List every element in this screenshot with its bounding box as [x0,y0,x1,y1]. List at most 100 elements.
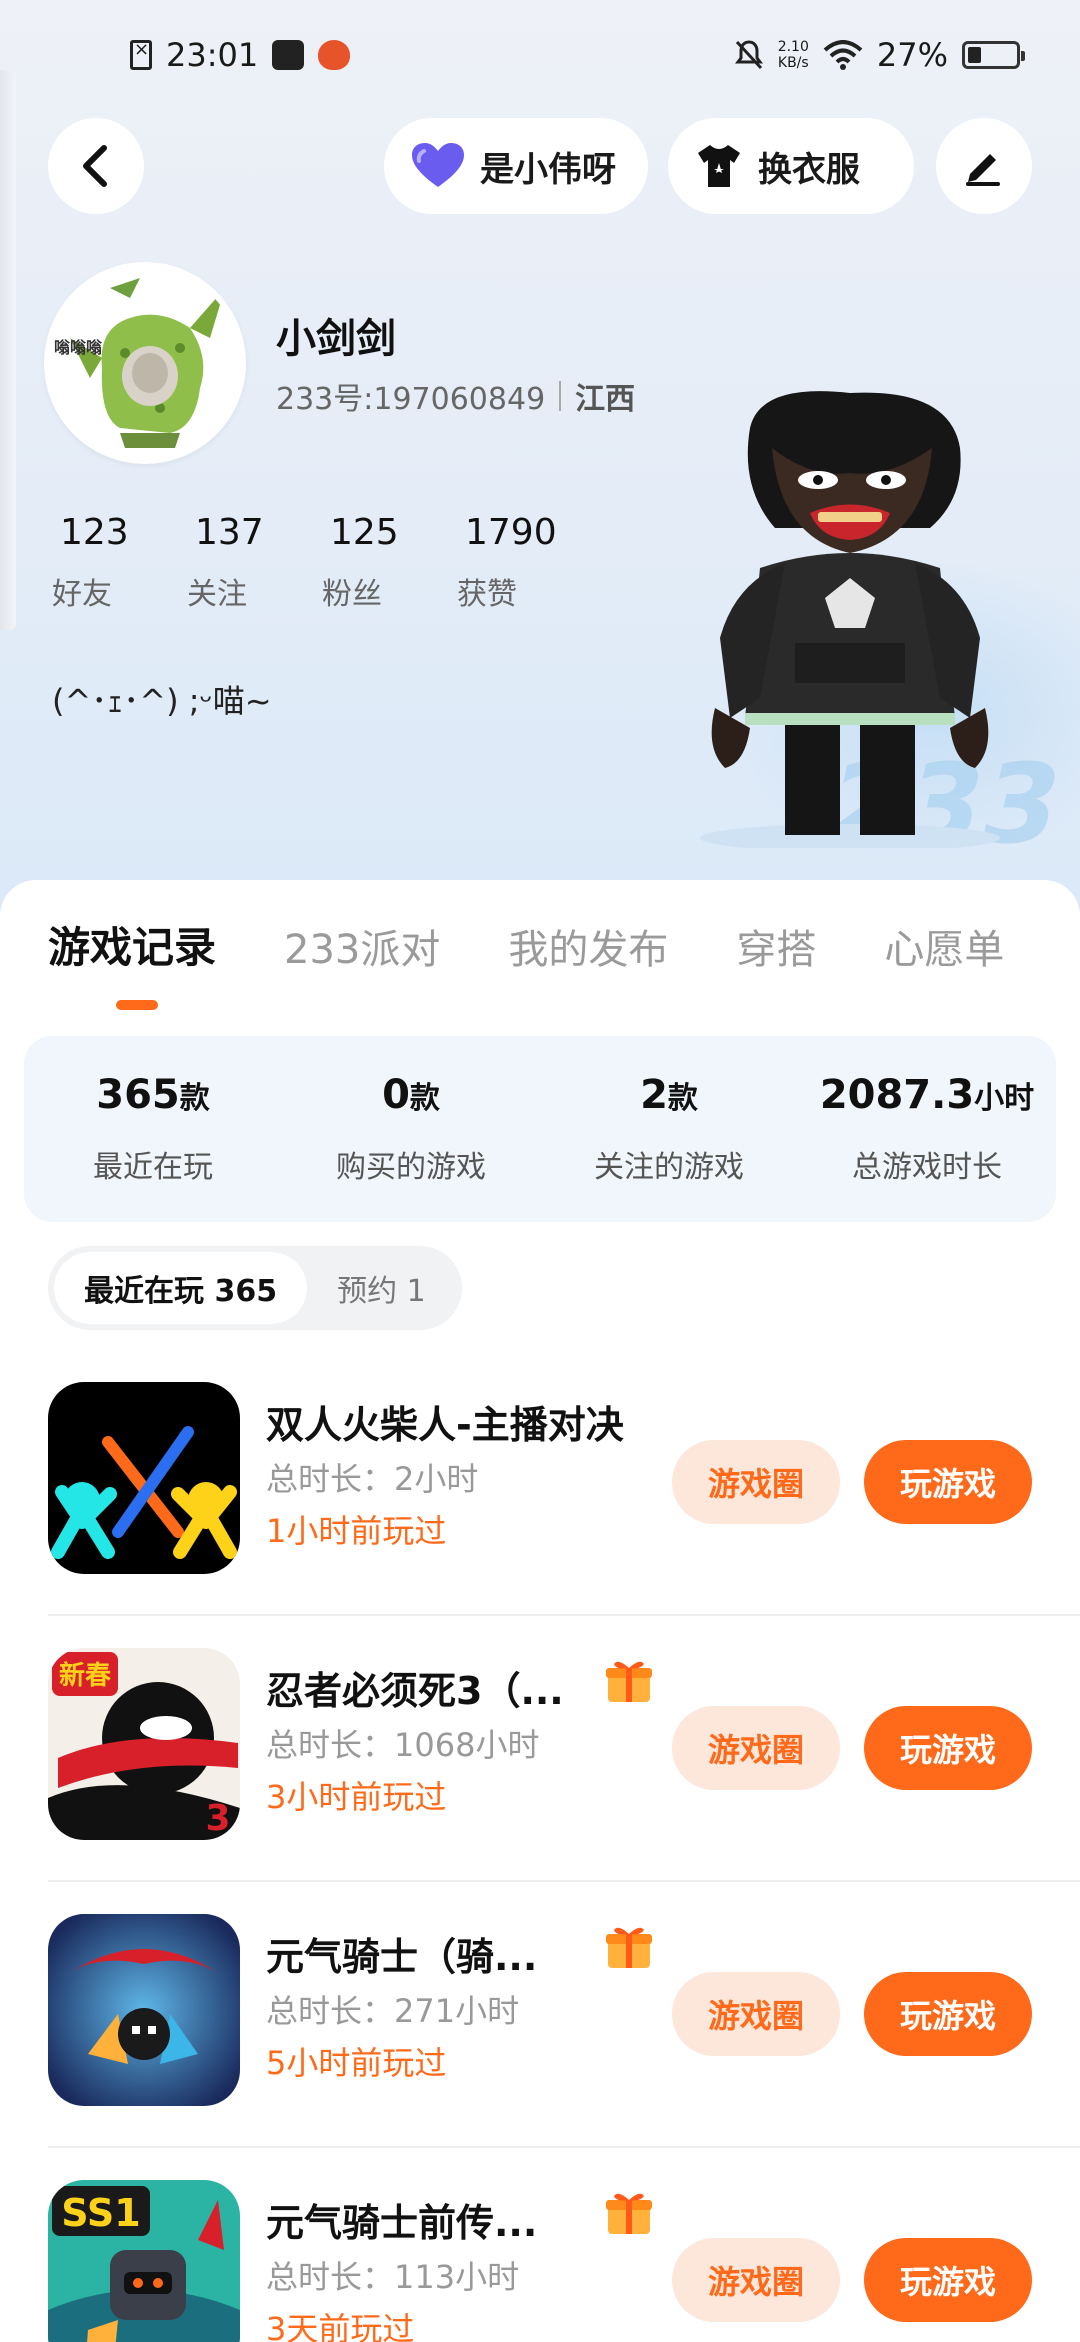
cactus-avatar-image [50,268,240,458]
network-speed-value: 2.10 [777,39,809,55]
game-title: 双人火柴人-主播对决 [266,1403,624,1447]
stickman-duel-game-icon [48,1382,240,1574]
content-panel: 游戏记录 233派对 我的发布 穿搭 心愿单 365款 最近在玩 0款 购买的游… [0,880,1080,2342]
game-circle-button[interactable]: 游戏圈 [672,2238,840,2322]
nickname: 小剑剑 [276,316,396,362]
game-icon-badge: 新春 [59,1660,111,1691]
stat-value: 137 [195,512,264,553]
summary-label: 关注的游戏 [594,1150,744,1185]
avatar-caption: 嗡嗡嗡 [54,338,103,357]
network-speed: 2.10 KB/s [778,39,809,71]
summary-followed[interactable]: 2款 关注的游戏 [540,1072,798,1186]
game-title: 元气骑士（骑... [266,1935,538,1979]
summary-label: 最近在玩 [93,1150,213,1185]
summary-label: 总游戏时长 [852,1150,1002,1185]
change-outfit-label: 换衣服 [758,149,860,190]
heart-icon [412,143,464,187]
soul-knight-game-icon [48,1914,240,2106]
battery-icon [962,41,1025,69]
profile-bio: (^･ｪ･^) ;ᵕ喵~ [52,682,272,720]
game-last-played: 3天前玩过 [266,2310,415,2342]
summary-unit: 款 [667,1081,698,1116]
status-bar: 23:01 2.10 KB/s 27% [0,0,1080,110]
stat-value: 1790 [465,512,557,553]
tab-game-records[interactable]: 游戏记录 [48,914,216,975]
battery-percent: 27% [876,36,948,74]
segment-reserved[interactable]: 预约 1 [307,1252,456,1324]
game-last-played: 1小时前玩过 [266,1512,447,1550]
ninja-must-die-game-icon: 新春 3 [48,1648,240,1840]
summary-value: 2 [640,1072,668,1118]
gift-icon[interactable] [604,1924,654,1970]
stat-following[interactable]: 137 关注 [187,512,322,613]
stat-value: 123 [60,512,129,553]
friend-relation-button[interactable]: 是小伟呀 [384,118,648,214]
stat-label: 好友 [52,577,112,612]
game-last-played: 5小时前玩过 [266,2044,447,2082]
network-speed-unit: KB/s [777,55,809,71]
stat-label: 粉丝 [322,577,382,612]
app-notification-icon [318,40,351,70]
divider [559,381,562,411]
game-icon-badge: SS1 [61,2191,140,2235]
gift-icon[interactable] [604,2190,654,2236]
list-item[interactable]: 新春 3 忍者必须死3（... 总时长：1068小时 3小时前玩过 游戏圈 玩游… [48,1616,1080,1882]
tab-outfits[interactable]: 穿搭 [736,917,816,975]
stat-fans[interactable]: 125 粉丝 [322,512,457,613]
summary-unit: 款 [179,1081,210,1116]
stat-label: 获赞 [457,577,517,612]
game-title: 忍者必须死3（... [266,1669,564,1713]
list-item[interactable]: SS1 元气骑士前传... 总时长：113小时 3天前玩过 游戏圈 玩游戏 [48,2148,1080,2342]
tab-wishlist[interactable]: 心愿单 [884,917,1004,975]
stat-label: 关注 [187,577,247,612]
game-duration: 总时长：113小时 [266,2258,520,2296]
list-item[interactable]: 元气骑士（骑... 总时长：271小时 5小时前玩过 游戏圈 玩游戏 [48,1882,1080,2148]
tab-233-party[interactable]: 233派对 [284,917,440,975]
stat-likes[interactable]: 1790 获赞 [457,512,592,613]
active-tab-indicator [116,1000,158,1010]
avatar[interactable]: 嗡嗡嗡 [44,262,246,464]
recent-reserve-toggle: 最近在玩 365 预约 1 [48,1246,462,1330]
summary-recent-played[interactable]: 365款 最近在玩 [24,1072,282,1186]
game-last-played: 3小时前玩过 [266,1778,447,1816]
game-duration: 总时长：271小时 [266,1992,520,2030]
segment-recent-played[interactable]: 最近在玩 365 [54,1252,308,1324]
summary-unit: 款 [409,1081,440,1116]
play-game-button[interactable]: 玩游戏 [864,2238,1032,2322]
game-summary-card: 365款 最近在玩 0款 购买的游戏 2款 关注的游戏 2087.3小时 总游戏… [24,1036,1056,1222]
back-button[interactable] [48,118,144,214]
profile-stats: 123 好友 137 关注 125 粉丝 1790 获赞 [52,512,592,613]
soul-knight-prequel-game-icon: SS1 [48,2180,240,2342]
user-id-line: 233号:197060849 江西 [276,374,635,418]
list-item[interactable]: 双人火柴人-主播对决 总时长：2小时 1小时前玩过 游戏圈 玩游戏 [48,1350,1080,1616]
play-game-button[interactable]: 玩游戏 [864,1440,1032,1524]
game-circle-button[interactable]: 游戏圈 [672,1972,840,2056]
profile-tabs: 游戏记录 233派对 我的发布 穿搭 心愿单 [48,914,1072,975]
summary-total-time[interactable]: 2087.3小时 总游戏时长 [798,1072,1056,1186]
side-panel-edge [0,70,16,630]
tshirt-icon [698,145,740,187]
user-region: 江西 [575,382,636,417]
play-game-button[interactable]: 玩游戏 [864,1972,1032,2056]
change-outfit-button[interactable]: 换衣服 [668,118,914,214]
game-circle-button[interactable]: 游戏圈 [672,1706,840,1790]
game-title: 元气骑士前传... [266,2201,538,2245]
summary-purchased[interactable]: 0款 购买的游戏 [282,1072,540,1186]
play-game-button[interactable]: 玩游戏 [864,1706,1032,1790]
user-id: 233号:197060849 [276,382,546,417]
pencil-icon [966,154,1000,186]
gift-icon[interactable] [604,1658,654,1704]
message-notification-icon [272,40,305,70]
game-circle-button[interactable]: 游戏圈 [672,1440,840,1524]
edit-profile-button[interactable] [936,118,1032,214]
mute-bell-icon [734,40,763,70]
game-duration: 总时长：1068小时 [266,1726,540,1764]
no-sim-icon [130,39,152,70]
avatar-character-image[interactable] [690,388,1010,848]
game-icon-number: 3 [205,1798,230,1839]
status-time: 23:01 [166,36,259,74]
summary-value: 2087.3 [819,1072,975,1118]
stat-friends[interactable]: 123 好友 [52,512,187,613]
game-duration: 总时长：2小时 [266,1460,479,1498]
tab-my-posts[interactable]: 我的发布 [508,917,668,975]
